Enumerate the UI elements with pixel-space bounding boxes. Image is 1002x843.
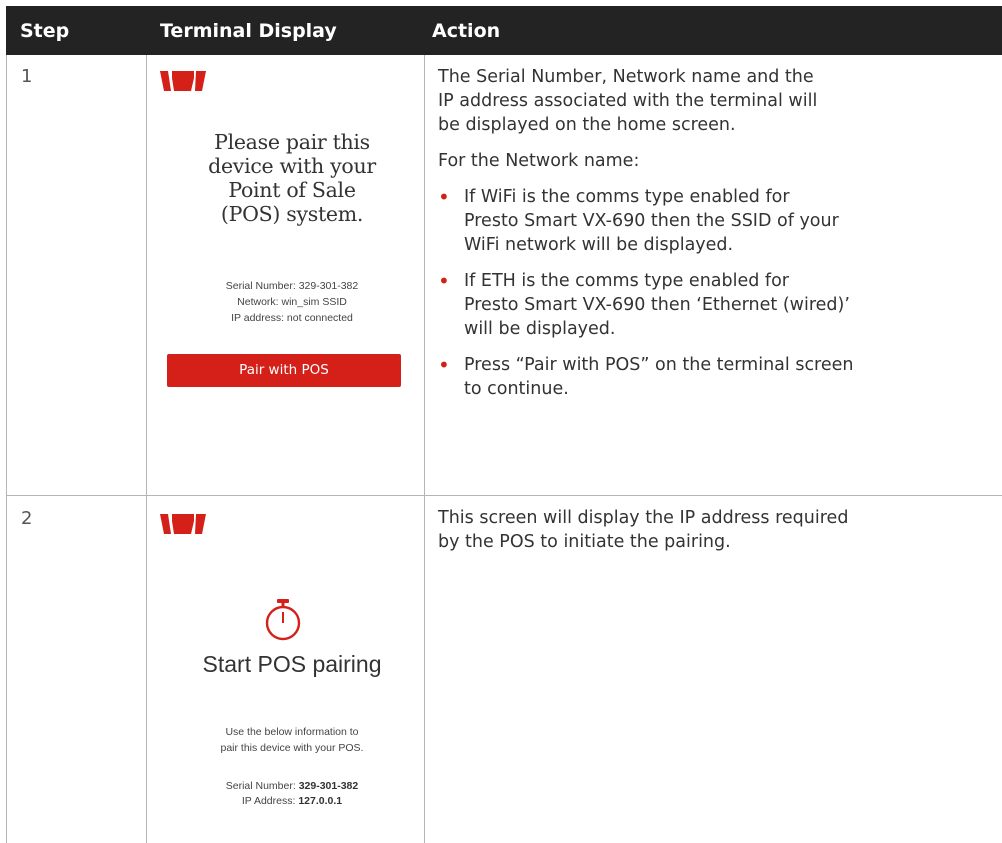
action-bullets: • If WiFi is the comms type enabled for … — [438, 185, 1000, 401]
terminal-info: Serial Number: 329-301-382 Network: win_… — [154, 278, 430, 326]
bullet-line: Press “Pair with POS” on the terminal sc… — [464, 355, 854, 375]
ip-address-label: IP Address: — [241, 795, 299, 807]
ip-address-text: IP address: not connected — [231, 312, 353, 324]
title-line: Point of Sale — [228, 178, 356, 202]
stopwatch-icon — [265, 599, 301, 641]
bullet-line: WiFi network will be displayed. — [464, 235, 734, 255]
table-border-left — [6, 55, 7, 843]
column-divider-1 — [146, 55, 147, 843]
westpac-logo — [160, 71, 206, 91]
serial-number-text: Serial Number: 329-301-382 — [225, 280, 359, 292]
header-terminal-display: Terminal Display — [160, 20, 337, 42]
action-intro: This screen will display the IP address … — [438, 506, 1000, 554]
pairing-identifiers: Serial Number: 329-301-382 IP Address: 1… — [154, 779, 430, 809]
bullet-wifi: • If WiFi is the comms type enabled for … — [438, 185, 1000, 257]
step-number-1: 1 — [21, 66, 33, 87]
westpac-logo — [160, 514, 206, 534]
ip-address-value: 127.0.0.1 — [298, 795, 343, 807]
ip-address-line: IP Address: 127.0.0.1 — [154, 794, 430, 809]
pair-device-title: Please pair this device with your Point … — [154, 130, 430, 226]
title-line: (POS) system. — [220, 202, 364, 226]
title-line: Please pair this — [214, 130, 370, 154]
bullet-eth: • If ETH is the comms type enabled for P… — [438, 269, 1000, 341]
action-step-1: The Serial Number, Network name and the … — [438, 65, 1000, 413]
intro-line: The Serial Number, Network name and the — [438, 67, 814, 87]
bullet-line: Presto Smart VX-690 then the SSID of you… — [464, 211, 839, 231]
action-intro: The Serial Number, Network name and the … — [438, 65, 1000, 137]
title-line: device with your — [208, 154, 376, 178]
bullet-dot: • — [438, 185, 450, 209]
instruction-line: pair this device with your POS. — [220, 742, 364, 754]
bullet-line: If ETH is the comms type enabled for — [464, 271, 789, 291]
pair-with-pos-button[interactable]: Pair with POS — [167, 354, 401, 387]
action-step-2: This screen will display the IP address … — [438, 506, 1000, 566]
intro-line: IP address associated with the terminal … — [438, 91, 818, 111]
bullet-line: If WiFi is the comms type enabled for — [464, 187, 790, 207]
start-pos-pairing-title: Start POS pairing — [202, 651, 382, 677]
bullet-dot: • — [438, 353, 450, 377]
intro-line: be displayed on the home screen. — [438, 115, 736, 135]
bullet-line: Presto Smart VX-690 then ‘Ethernet (wire… — [464, 295, 850, 315]
instruction-line: Use the below information to — [225, 726, 359, 738]
pairing-instructions: Use the below information to pair this d… — [154, 724, 430, 756]
network-text: Network: win_sim SSID — [237, 296, 347, 308]
intro-line: This screen will display the IP address … — [438, 508, 849, 528]
row-divider — [6, 495, 1002, 496]
bullet-line: to continue. — [464, 379, 569, 399]
intro-line: by the POS to initiate the pairing. — [438, 532, 731, 552]
serial-number-value: 329-301-382 — [298, 780, 359, 792]
bullet-dot: • — [438, 269, 450, 293]
bullet-line: will be displayed. — [464, 319, 616, 339]
serial-number-label: Serial Number: — [225, 780, 299, 792]
bullet-press-pair: • Press “Pair with POS” on the terminal … — [438, 353, 1000, 401]
network-name-lead: For the Network name: — [438, 151, 640, 171]
table-header: Step Terminal Display Action — [6, 6, 1002, 55]
header-step: Step — [20, 20, 70, 42]
serial-number-line: Serial Number: 329-301-382 — [154, 779, 430, 794]
step-number-2: 2 — [21, 508, 33, 529]
header-action: Action — [432, 20, 501, 42]
